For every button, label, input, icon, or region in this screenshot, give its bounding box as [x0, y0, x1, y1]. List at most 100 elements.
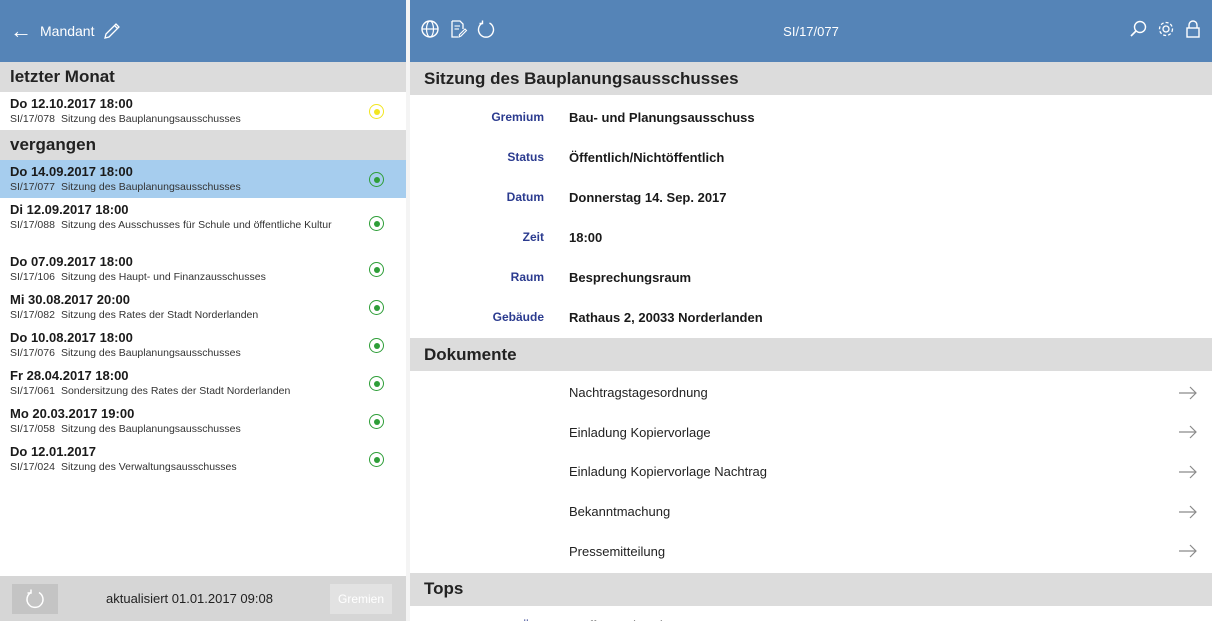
document-name: Pressemitteilung	[569, 543, 666, 559]
lock-icon[interactable]	[1184, 19, 1202, 44]
status-indicator-icon	[369, 262, 384, 277]
meeting-item[interactable]: Do 12.10.2017 18:00 SI/17/078 Sitzung des …	[0, 92, 406, 130]
meeting-item[interactable]: Do 14.09.2017 18:00 SI/17/077 Sitzung des …	[0, 160, 406, 198]
document-name: Nachtragstagesordnung	[569, 385, 708, 401]
status-indicator-icon	[369, 414, 384, 429]
meeting-item[interactable]: Do 12.01.2017 SI/17/024 Sitzung des Verwal…	[0, 440, 406, 478]
document-item[interactable]: Einladung Kopiervorlage	[410, 413, 1212, 453]
meeting-subtitle: SI/17/088 Sitzung des Ausschusses für Sch…	[10, 219, 396, 231]
left-header: ← Mandant	[0, 0, 406, 62]
last-updated-text: aktualisiert 01.01.2017 09:08	[106, 591, 273, 606]
detail-row: Gremium Bau- und Planungsausschuss	[410, 97, 1212, 137]
meeting-id: SI/17/078	[10, 113, 55, 125]
meeting-name: Sondersitzung des Rates der Stadt Norder…	[60, 385, 291, 397]
right-toolbar-icons	[1128, 19, 1202, 44]
detail-label: Raum	[510, 270, 544, 284]
documents-list: Nachtragstagesordnung Einladung Kopiervor…	[410, 371, 1212, 571]
meeting-detail-pane: SI/17/077 Sitzung des Bauplanungsausschu…	[410, 0, 1212, 621]
group-header: letzter Monat	[0, 62, 406, 92]
meeting-date: Do 14.09.2017 18:00	[10, 164, 133, 179]
meeting-item[interactable]: Fr 28.04.2017 18:00 SI/17/061 Sondersitzun…	[0, 364, 406, 402]
meeting-subtitle: SI/17/024 Sitzung des Verwaltungsausschus…	[10, 461, 396, 473]
top-item[interactable]: Ö 1.Eröffnung der Sitzung···	[410, 606, 1212, 621]
arrow-right-icon[interactable]	[1178, 425, 1198, 439]
meeting-item[interactable]: Mi 30.08.2017 20:00 SI/17/082 Sitzung des …	[0, 288, 406, 326]
meeting-name: Sitzung des Bauplanungsausschusses	[60, 347, 241, 359]
status-indicator-icon	[369, 338, 384, 353]
detail-label: Status	[507, 150, 544, 164]
globe-icon[interactable]	[420, 19, 440, 44]
meeting-subtitle: SI/17/106 Sitzung des Haupt- und Finanzau…	[10, 271, 396, 283]
left-footer: aktualisiert 01.01.2017 09:08 Gremien	[0, 576, 406, 621]
meeting-name: Sitzung des Bauplanungsausschusses	[60, 181, 241, 193]
back-arrow-icon[interactable]: ←	[10, 20, 32, 42]
meeting-list: letzter Monat Do 12.10.2017 18:00 SI/17/07…	[0, 62, 406, 478]
detail-row: Zeit 18:00	[410, 217, 1212, 257]
meeting-date: Do 10.08.2017 18:00	[10, 330, 133, 345]
document-item[interactable]: Bekanntmachung	[410, 492, 1212, 532]
meeting-subtitle: SI/17/061 Sondersitzung des Rates der Sta…	[10, 385, 396, 397]
meeting-name: Sitzung des Rates der Stadt Norderlanden	[60, 309, 259, 321]
detail-row: Status Öffentlich/Nichtöffentlich	[410, 137, 1212, 177]
arrow-right-icon[interactable]	[1178, 505, 1198, 519]
meeting-date: Mo 20.03.2017 19:00	[10, 406, 135, 421]
detail-value: 18:00	[569, 229, 603, 245]
document-item[interactable]: Einladung Kopiervorlage Nachtrag	[410, 452, 1212, 492]
meeting-name: Sitzung des Bauplanungsausschusses	[60, 423, 241, 435]
meeting-name: Sitzung des Verwaltungsausschusses	[60, 461, 237, 473]
left-toolbar-icons	[420, 19, 496, 44]
refresh-icon	[26, 589, 44, 608]
detail-value: Bau- und Planungsausschuss	[569, 109, 755, 125]
status-indicator-icon	[369, 300, 384, 315]
meeting-date: Fr 28.04.2017 18:00	[10, 368, 129, 383]
gear-icon[interactable]	[1156, 19, 1176, 44]
detail-value: Donnerstag 14. Sep. 2017	[569, 189, 727, 205]
meeting-list-pane: ← Mandant letzter Monat Do 12.10.2017 18:…	[0, 0, 406, 621]
meeting-id: SI/17/061	[10, 385, 55, 397]
detail-label: Gebäude	[492, 310, 544, 324]
document-name: Bekanntmachung	[569, 504, 671, 520]
detail-label: Zeit	[522, 230, 544, 244]
document-name: Einladung Kopiervorlage Nachtrag	[569, 464, 768, 480]
arrow-right-icon[interactable]	[1178, 465, 1198, 479]
meeting-name: Sitzung des Ausschusses für Schule und ö…	[60, 219, 332, 231]
mandant-label[interactable]: Mandant	[40, 23, 94, 39]
tops-header: Tops	[410, 572, 1212, 606]
document-item[interactable]: Pressemitteilung	[410, 531, 1212, 571]
arrow-right-icon[interactable]	[1178, 386, 1198, 400]
arrow-right-icon[interactable]	[1178, 544, 1198, 558]
meeting-item[interactable]: Do 10.08.2017 18:00 SI/17/076 Sitzung des …	[0, 326, 406, 364]
meeting-date: Mi 30.08.2017 20:00	[10, 292, 130, 307]
status-indicator-icon	[369, 452, 384, 467]
document-name: Einladung Kopiervorlage	[569, 424, 711, 440]
meeting-id: SI/17/077	[10, 181, 55, 193]
pencil-icon[interactable]	[102, 21, 122, 41]
detail-row: Gebäude Rathaus 2, 20033 Norderlanden	[410, 297, 1212, 337]
meeting-name: Sitzung des Bauplanungsausschusses	[60, 113, 241, 125]
documents-header: Dokumente	[410, 338, 1212, 371]
detail-value: Rathaus 2, 20033 Norderlanden	[569, 309, 763, 325]
detail-label: Gremium	[491, 110, 544, 124]
meeting-id: SI/17/088	[10, 219, 55, 231]
refresh-button[interactable]	[12, 583, 58, 614]
group-header: vergangen	[0, 130, 406, 160]
meeting-item[interactable]: Di 12.09.2017 18:00 SI/17/088 Sitzung des …	[0, 198, 406, 250]
status-indicator-icon	[369, 376, 384, 391]
document-edit-icon[interactable]	[448, 19, 468, 44]
meeting-subtitle: SI/17/082 Sitzung des Rates der Stadt Nor…	[10, 309, 396, 321]
search-icon[interactable]	[1128, 19, 1148, 44]
meeting-item[interactable]: Mo 20.03.2017 19:00 SI/17/058 Sitzung des …	[0, 402, 406, 440]
gremien-button[interactable]: Gremien	[330, 584, 392, 614]
tops-list: Ö 1.Eröffnung der Sitzung···	[410, 606, 1212, 621]
meeting-date: Do 12.10.2017 18:00	[10, 96, 133, 111]
meeting-subtitle: SI/17/076 Sitzung des Bauplanungsausschus…	[10, 347, 396, 359]
meeting-item[interactable]: Do 07.09.2017 18:00 SI/17/106 Sitzung des …	[0, 250, 406, 288]
detail-row: Datum Donnerstag 14. Sep. 2017	[410, 177, 1212, 217]
status-indicator-icon	[369, 216, 384, 231]
detail-value: Öffentlich/Nichtöffentlich	[569, 149, 725, 165]
meeting-date: Di 12.09.2017 18:00	[10, 202, 129, 217]
refresh-icon[interactable]	[476, 19, 496, 44]
meeting-id-title: SI/17/077	[783, 23, 839, 39]
detail-content: Sitzung des Bauplanungsausschusses Gremi…	[410, 62, 1212, 621]
document-item[interactable]: Nachtragstagesordnung	[410, 373, 1212, 413]
